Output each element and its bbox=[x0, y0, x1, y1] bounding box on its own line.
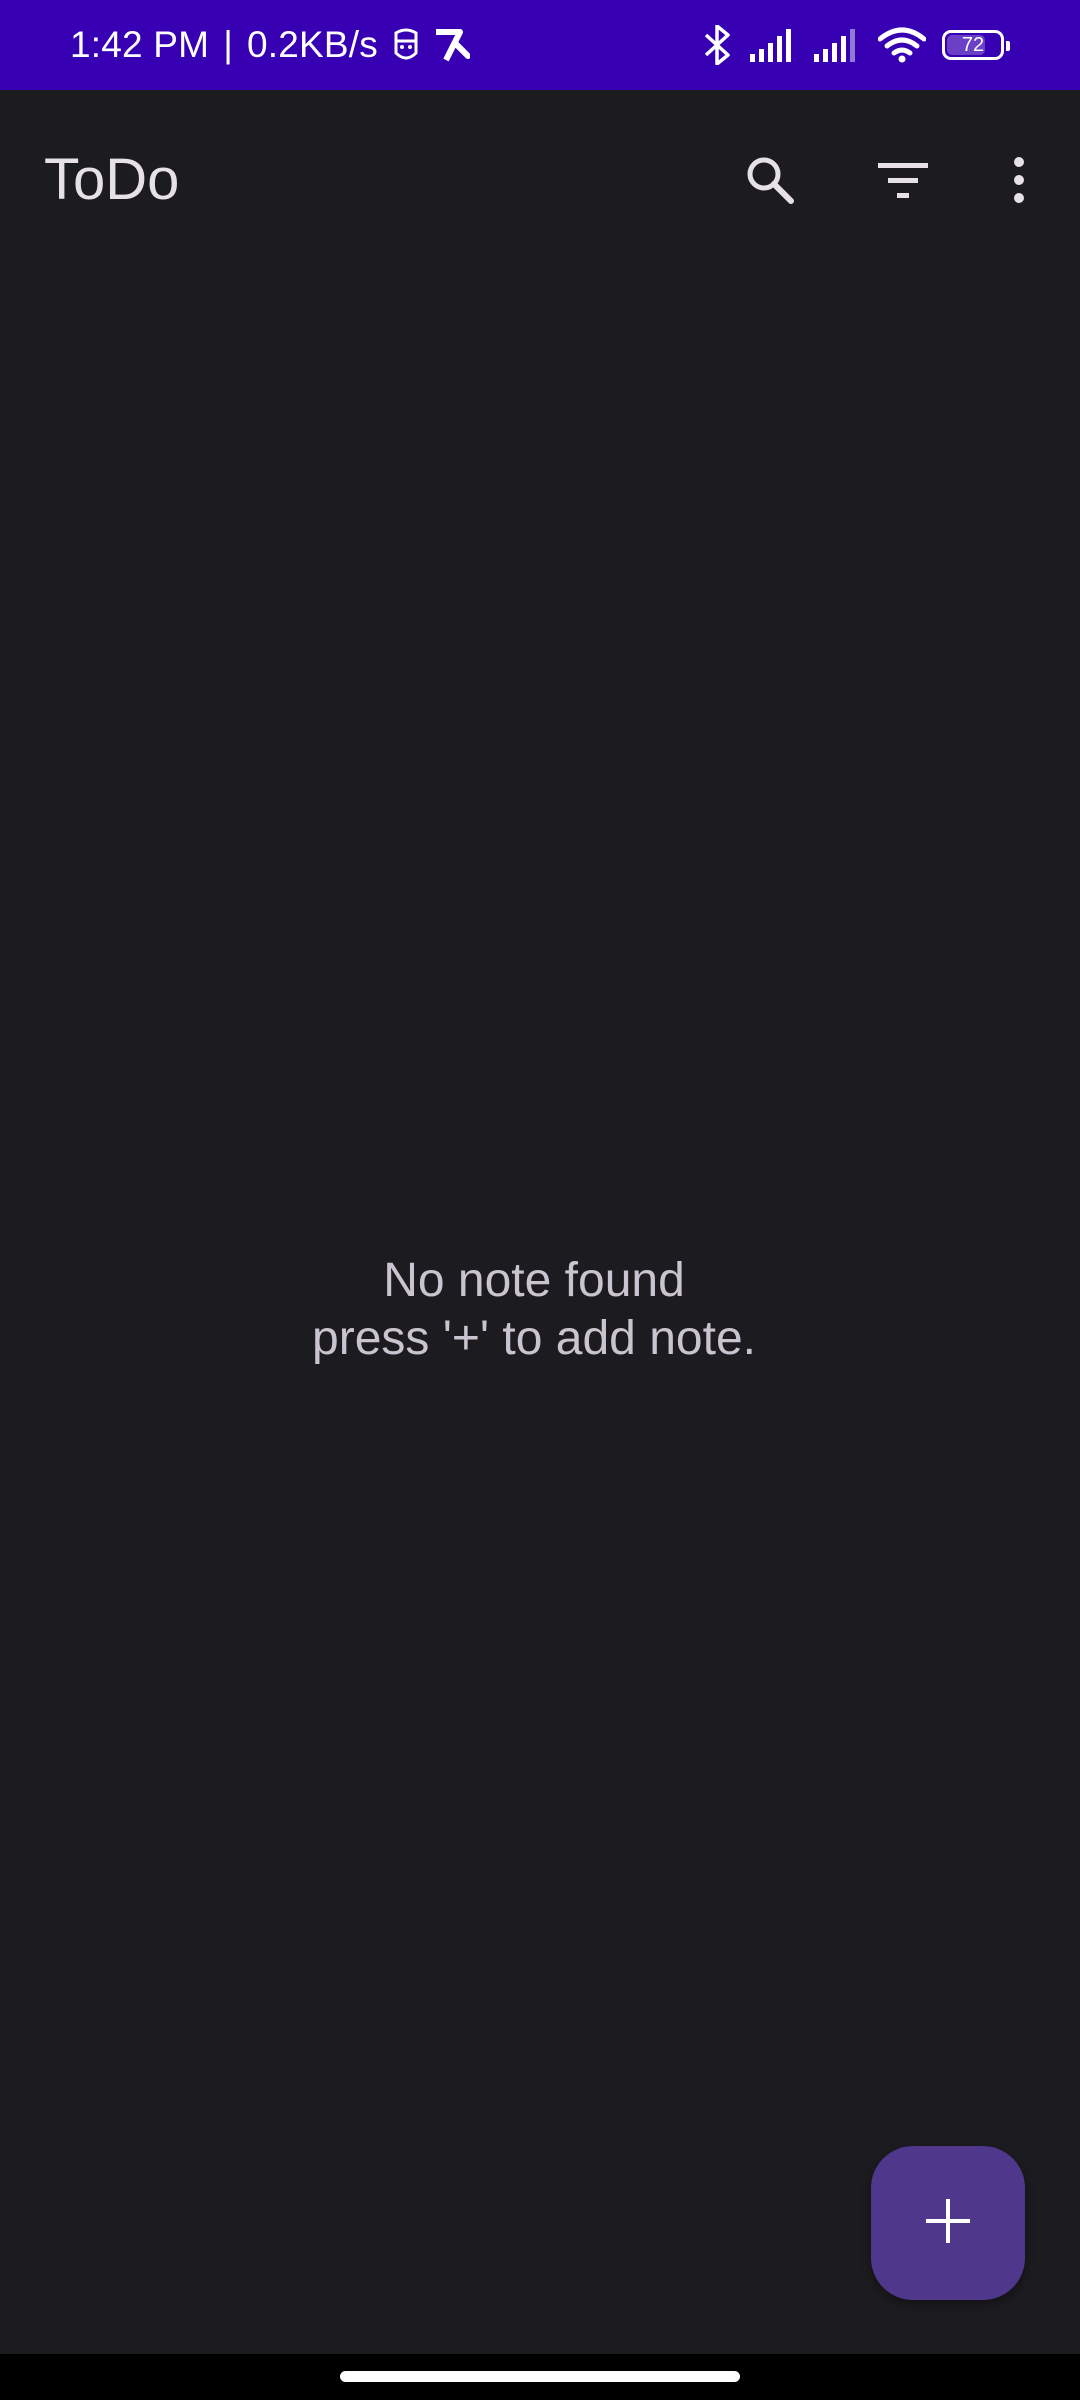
status-right: 72 bbox=[700, 0, 1010, 90]
plus-icon bbox=[926, 2198, 970, 2248]
app-title: ToDo bbox=[44, 147, 180, 212]
status-separator: | bbox=[223, 24, 234, 65]
status-network-speed: 0.2KB/s bbox=[247, 24, 378, 65]
battery-icon: 72 bbox=[942, 30, 1010, 60]
status-left: 1:42 PM | 0.2KB/s bbox=[70, 0, 470, 90]
battery-level: 72 bbox=[961, 33, 985, 56]
signal-icon bbox=[750, 28, 798, 62]
search-icon bbox=[744, 154, 796, 211]
more-options-button[interactable] bbox=[971, 134, 1067, 230]
home-gesture-handle[interactable] bbox=[340, 2371, 740, 2382]
more-options-icon bbox=[1012, 156, 1026, 209]
status-bar: 1:42 PM | 0.2KB/s 72 bbox=[0, 0, 1080, 90]
empty-state-line2: press '+' to add note. bbox=[312, 1312, 756, 1365]
battery-tip bbox=[1006, 41, 1010, 51]
app-notification-icon bbox=[434, 28, 470, 62]
filter-icon bbox=[877, 160, 929, 205]
bluetooth-icon bbox=[700, 25, 734, 65]
face-icon bbox=[392, 27, 420, 63]
app-bar: ToDo bbox=[0, 90, 1080, 272]
wifi-icon bbox=[878, 27, 926, 63]
empty-state-message: No note found press '+' to add note. bbox=[0, 1252, 1080, 1368]
signal-icon bbox=[814, 28, 862, 62]
todo-screen: 1:42 PM | 0.2KB/s 72 ToDo No note found … bbox=[0, 0, 1080, 2400]
filter-button[interactable] bbox=[855, 134, 951, 230]
search-button[interactable] bbox=[722, 134, 818, 230]
navigation-bar bbox=[0, 2354, 1080, 2400]
add-note-button[interactable] bbox=[871, 2146, 1025, 2300]
status-time: 1:42 PM bbox=[70, 24, 210, 65]
empty-state-line1: No note found bbox=[383, 1254, 685, 1307]
